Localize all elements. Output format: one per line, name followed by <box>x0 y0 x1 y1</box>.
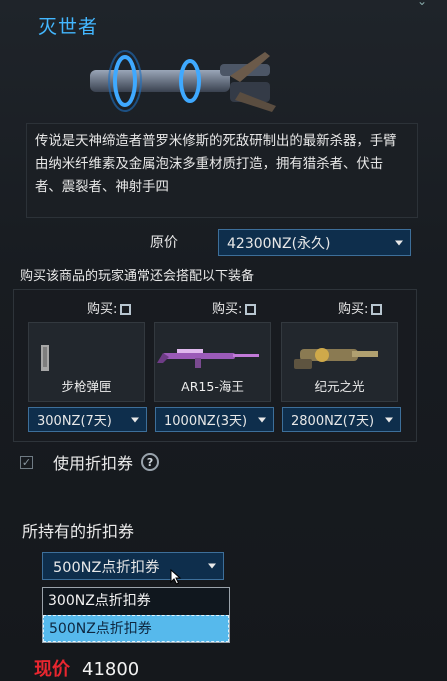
buy-checkbox-1[interactable]: 购买: <box>87 298 132 317</box>
recommend-item-name: 纪元之光 <box>314 379 365 394</box>
price-select-value: 42300NZ(永久) <box>227 235 331 252</box>
recommend-price-value: 2800NZ(7天) <box>291 414 375 429</box>
buy-checkbox-3[interactable]: 购买: <box>338 298 383 317</box>
recommend-price-select-1[interactable]: 300NZ(7天) <box>28 407 147 432</box>
chevron-down-icon <box>131 417 139 422</box>
recommend-item-2[interactable]: AR15-海王 <box>154 322 271 402</box>
held-coupons-title: 所持有的折扣券 <box>22 522 135 541</box>
magazine-icon <box>41 345 49 371</box>
recommend-item-name: AR15-海王 <box>181 379 244 394</box>
current-price-label: 现价 <box>34 659 70 680</box>
recommend-item-1[interactable]: 步枪弹匣 <box>28 322 145 402</box>
use-coupon-row: ✓ 使用折扣券 ? <box>20 450 160 474</box>
coupon-option-selected[interactable]: 500NZ点折扣券 <box>43 615 229 642</box>
recommend-title: 购买该商品的玩家通常还会搭配以下装备 <box>20 269 255 284</box>
recommend-item-name: 步枪弹匣 <box>61 379 112 394</box>
chevron-down-icon <box>258 417 266 422</box>
buy-label: 购买: <box>212 302 243 317</box>
item-title: 灭世者 <box>38 16 99 38</box>
rifle-icon <box>157 349 259 368</box>
use-coupon-checkbox[interactable]: ✓ <box>20 455 33 469</box>
item-description: 传说是天神缔造者普罗米修斯的死敌研制出的最新杀器，手臂由纳米纤维素及金属泡沫多重… <box>26 123 418 218</box>
help-icon[interactable]: ? <box>141 453 160 471</box>
weapon-image <box>90 50 276 112</box>
recommend-price-value: 300NZ(7天) <box>37 414 112 429</box>
recommend-price-value: 1000NZ(3天) <box>164 414 248 429</box>
checkbox-icon[interactable] <box>120 304 132 315</box>
current-price-value: 41800 <box>82 659 140 680</box>
coupon-select[interactable]: 500NZ点折扣券 <box>42 552 224 580</box>
buy-label: 购买: <box>87 302 118 317</box>
coupon-dropdown-list: 300NZ点折扣券 500NZ点折扣券 <box>42 587 230 643</box>
coupon-select-value: 500NZ点折扣券 <box>53 559 160 576</box>
coupon-option[interactable]: 300NZ点折扣券 <box>43 588 229 615</box>
price-select[interactable]: 42300NZ(永久) <box>218 229 411 256</box>
mouse-cursor-icon <box>170 569 182 585</box>
original-price-label: 原价 <box>150 235 178 251</box>
recommend-price-select-3[interactable]: 2800NZ(7天) <box>282 407 401 432</box>
recommend-price-select-2[interactable]: 1000NZ(3天) <box>155 407 274 432</box>
buy-label: 购买: <box>338 302 369 317</box>
checkbox-icon[interactable] <box>245 304 257 315</box>
use-coupon-label: 使用折扣券 <box>53 454 134 473</box>
shop-panel: ⌄ 灭世者 传说是天神缔造者普罗米修斯的死敌研制出的最新杀器，手臂由纳米纤维素及… <box>0 0 447 680</box>
recommend-item-3[interactable]: 纪元之光 <box>281 322 398 402</box>
checkbox-icon[interactable] <box>371 304 383 315</box>
chevron-down-icon <box>395 240 403 245</box>
launcher-icon <box>294 348 378 369</box>
buy-checkbox-2[interactable]: 购买: <box>212 298 257 317</box>
chevron-icon[interactable]: ⌄ <box>417 0 435 8</box>
chevron-down-icon <box>208 563 216 569</box>
current-price: 现价 41800 <box>34 655 139 681</box>
chevron-down-icon <box>385 417 393 422</box>
